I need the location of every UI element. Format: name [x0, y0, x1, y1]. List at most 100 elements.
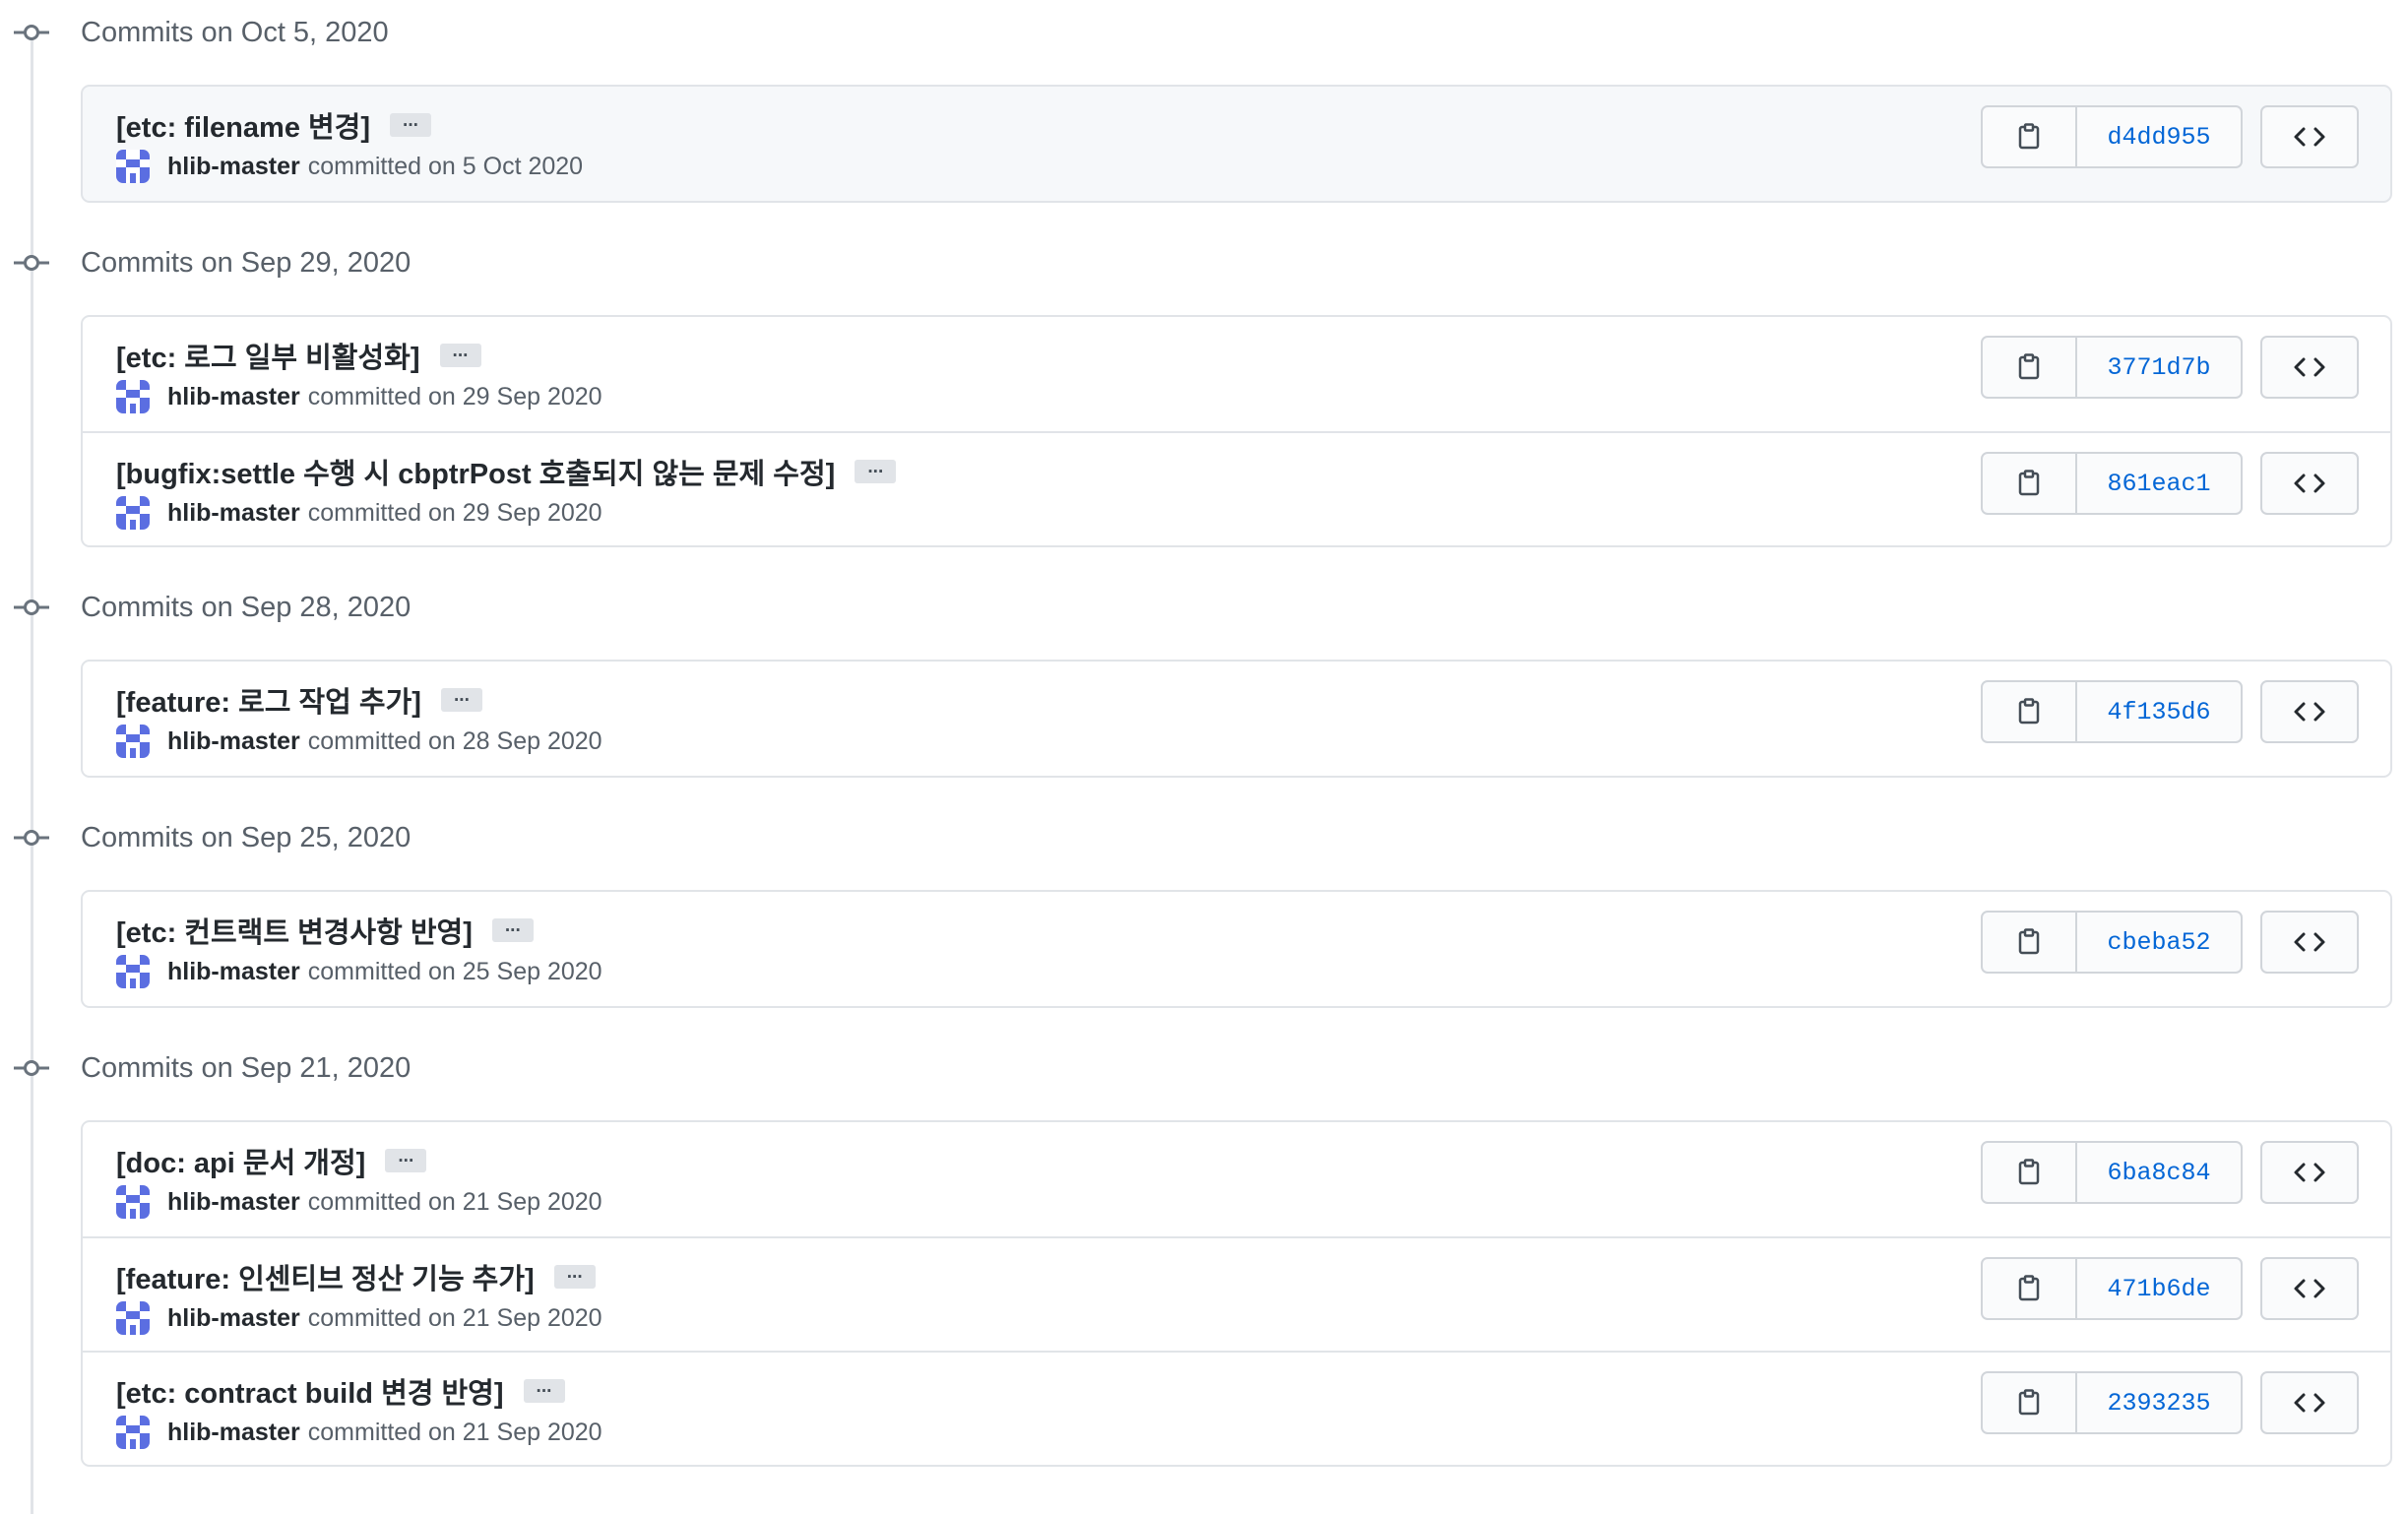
- commit-sha-link[interactable]: 3771d7b: [2077, 338, 2241, 397]
- browse-repository-button[interactable]: [2260, 1257, 2359, 1320]
- commit-sha-link[interactable]: 471b6de: [2077, 1259, 2241, 1318]
- commit-info: [feature: 인센티브 정산 기능 추가] ··· hlib-master…: [116, 1256, 1928, 1336]
- author-link[interactable]: hlib-master: [167, 1304, 300, 1333]
- commit-actions: cbeba52: [1981, 911, 2359, 974]
- commit-row: [feature: 로그 작업 추가] ··· hlib-master comm…: [83, 662, 2390, 776]
- commit-info: [feature: 로그 작업 추가] ··· hlib-master comm…: [116, 679, 1928, 759]
- commit-message-link[interactable]: [etc: 컨트랙트 변경사항 반영]: [116, 910, 473, 951]
- commit-sha-link[interactable]: 4f135d6: [2077, 682, 2241, 741]
- commit-meta: hlib-master committed on 28 Sep 2020: [116, 724, 1928, 759]
- commit-date: committed on 29 Sep 2020: [307, 498, 602, 527]
- ellipsis-icon[interactable]: ···: [385, 1149, 427, 1172]
- avatar[interactable]: [116, 725, 150, 758]
- avatar[interactable]: [116, 1301, 150, 1335]
- browse-repository-button[interactable]: [2260, 1371, 2359, 1434]
- copy-sha-button[interactable]: [1983, 1259, 2077, 1318]
- commit-info: [bugfix:settle 수행 시 cbptrPost 호출되지 않는 문제…: [116, 451, 1928, 531]
- code-icon: [2294, 1393, 2325, 1413]
- ellipsis-icon[interactable]: ···: [440, 688, 482, 712]
- commit-meta: hlib-master committed on 5 Oct 2020: [116, 149, 1928, 184]
- copy-sha-button[interactable]: [1983, 1373, 2077, 1432]
- commit-group-title: Commits on Oct 5, 2020: [81, 16, 389, 48]
- commit-date: committed on 21 Sep 2020: [307, 1303, 602, 1332]
- commit-actions: d4dd955: [1981, 105, 2359, 168]
- commit-list: [feature: 로그 작업 추가] ··· hlib-master comm…: [81, 660, 2392, 778]
- code-icon: [2294, 1279, 2325, 1298]
- code-icon: [2294, 473, 2325, 493]
- author-link[interactable]: hlib-master: [167, 153, 300, 181]
- code-icon: [2294, 127, 2325, 147]
- commit-title-line: [etc: 컨트랙트 변경사항 반영] ···: [116, 910, 1928, 951]
- copy-sha-button[interactable]: [1983, 454, 2077, 513]
- copy-sha-group: 861eac1: [1981, 452, 2243, 515]
- commit-sha-link[interactable]: 861eac1: [2077, 454, 2241, 513]
- commit-group-title: Commits on Sep 28, 2020: [81, 591, 412, 623]
- commit-message-link[interactable]: [etc: 로그 일부 비활성화]: [116, 335, 420, 376]
- commit-message-link[interactable]: [etc: filename 변경]: [116, 104, 370, 146]
- clipboard-icon: [2018, 928, 2040, 955]
- author-link[interactable]: hlib-master: [167, 1188, 300, 1217]
- commit-history-timeline: Commits on Oct 5, 2020 [etc: filename 변경…: [0, 0, 2408, 1514]
- commit-message-link[interactable]: [bugfix:settle 수행 시 cbptrPost 호출되지 않는 문제…: [116, 451, 835, 492]
- author-link[interactable]: hlib-master: [167, 1419, 300, 1447]
- avatar[interactable]: [116, 380, 150, 413]
- commit-sha-link[interactable]: 2393235: [2077, 1373, 2241, 1432]
- commit-date: committed on 21 Sep 2020: [307, 1418, 602, 1446]
- commit-date: committed on 5 Oct 2020: [307, 152, 584, 180]
- commit-message-link[interactable]: [feature: 로그 작업 추가]: [116, 679, 421, 721]
- commit-row: [doc: api 문서 개정] ··· hlib-master committ…: [83, 1122, 2390, 1236]
- commit-title-line: [etc: filename 변경] ···: [116, 104, 1928, 146]
- commit-info: [etc: filename 변경] ··· hlib-master commi…: [116, 104, 1928, 184]
- copy-sha-group: cbeba52: [1981, 911, 2243, 974]
- ellipsis-icon[interactable]: ···: [553, 1265, 596, 1289]
- git-commit-icon: [0, 239, 63, 286]
- browse-repository-button[interactable]: [2260, 452, 2359, 515]
- browse-repository-button[interactable]: [2260, 911, 2359, 974]
- commit-row: [feature: 인센티브 정산 기능 추가] ··· hlib-master…: [83, 1236, 2390, 1351]
- avatar[interactable]: [116, 496, 150, 530]
- author-link[interactable]: hlib-master: [167, 499, 300, 528]
- clipboard-icon: [2018, 123, 2040, 150]
- commit-actions: 2393235: [1981, 1371, 2359, 1434]
- browse-repository-button[interactable]: [2260, 1141, 2359, 1204]
- commit-list: [etc: 컨트랙트 변경사항 반영] ··· hlib-master comm…: [81, 890, 2392, 1008]
- author-link[interactable]: hlib-master: [167, 727, 300, 756]
- commit-date: committed on 21 Sep 2020: [307, 1187, 602, 1216]
- clipboard-icon: [2018, 353, 2040, 380]
- copy-sha-button[interactable]: [1983, 913, 2077, 972]
- commit-row: [bugfix:settle 수행 시 cbptrPost 호출되지 않는 문제…: [83, 431, 2390, 545]
- avatar[interactable]: [116, 1185, 150, 1219]
- avatar[interactable]: [116, 1416, 150, 1449]
- browse-repository-button[interactable]: [2260, 336, 2359, 399]
- copy-sha-group: d4dd955: [1981, 105, 2243, 168]
- code-icon: [2294, 702, 2325, 722]
- copy-sha-button[interactable]: [1983, 338, 2077, 397]
- avatar[interactable]: [116, 955, 150, 988]
- commit-message-link[interactable]: [doc: api 문서 개정]: [116, 1140, 365, 1181]
- ellipsis-icon[interactable]: ···: [491, 918, 534, 942]
- ellipsis-icon[interactable]: ···: [439, 344, 481, 367]
- clipboard-icon: [2018, 470, 2040, 496]
- ellipsis-icon[interactable]: ···: [855, 460, 897, 483]
- commit-sha-link[interactable]: cbeba52: [2077, 913, 2241, 972]
- commit-sha-link[interactable]: 6ba8c84: [2077, 1143, 2241, 1202]
- author-link[interactable]: hlib-master: [167, 383, 300, 411]
- copy-sha-button[interactable]: [1983, 107, 2077, 166]
- commit-message-link[interactable]: [feature: 인센티브 정산 기능 추가]: [116, 1256, 535, 1297]
- git-commit-icon: [0, 584, 63, 631]
- browse-repository-button[interactable]: [2260, 105, 2359, 168]
- commit-list: [etc: filename 변경] ··· hlib-master commi…: [81, 85, 2392, 203]
- copy-sha-button[interactable]: [1983, 1143, 2077, 1202]
- commit-sha-link[interactable]: d4dd955: [2077, 107, 2241, 166]
- commit-message-link[interactable]: [etc: contract build 변경 반영]: [116, 1370, 504, 1412]
- ellipsis-icon[interactable]: ···: [390, 113, 432, 137]
- clipboard-icon: [2018, 1159, 2040, 1185]
- commit-meta: hlib-master committed on 21 Sep 2020: [116, 1184, 1928, 1220]
- commit-row: [etc: filename 변경] ··· hlib-master commi…: [83, 87, 2390, 201]
- avatar[interactable]: [116, 150, 150, 183]
- copy-sha-button[interactable]: [1983, 682, 2077, 741]
- browse-repository-button[interactable]: [2260, 680, 2359, 743]
- author-link[interactable]: hlib-master: [167, 958, 300, 986]
- commit-group-title: Commits on Sep 21, 2020: [81, 1051, 412, 1084]
- ellipsis-icon[interactable]: ···: [523, 1379, 565, 1403]
